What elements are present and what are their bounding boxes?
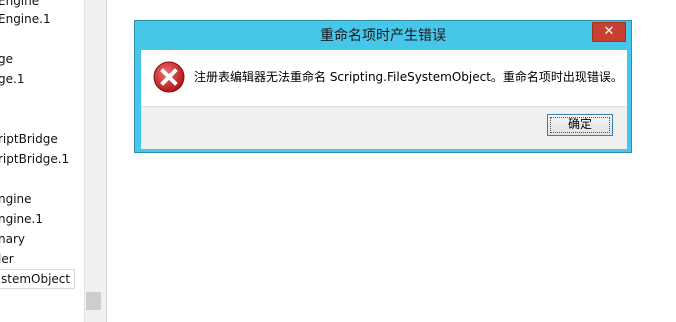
pane-splitter[interactable] — [102, 0, 107, 322]
error-icon — [153, 61, 185, 93]
scrollbar-thumb[interactable] — [86, 292, 101, 310]
tree-item[interactable]: Engine — [0, 0, 39, 10]
tree-item[interactable]: nary — [0, 230, 25, 248]
dialog-content: 注册表编辑器无法重命名 Scripting.FileSystemObject。重… — [141, 50, 627, 106]
dialog-body: 注册表编辑器无法重命名 Scripting.FileSystemObject。重… — [141, 50, 627, 149]
dialog-title: 重命名项时产生错误 — [320, 28, 446, 44]
error-message: 注册表编辑器无法重命名 Scripting.FileSystemObject。重… — [194, 70, 623, 84]
tree-item[interactable]: ler — [0, 250, 14, 268]
close-button[interactable]: ✕ — [592, 22, 626, 42]
tree-item[interactable]: riptBridge — [0, 130, 58, 148]
tree-item[interactable]: ngine — [0, 190, 32, 208]
tree-vertical-scrollbar[interactable] — [84, 0, 102, 322]
tree-item-selected[interactable]: stemObject — [0, 269, 76, 289]
tree-item[interactable]: ge.1 — [0, 70, 24, 88]
tree-item[interactable]: Engine.1 — [0, 10, 51, 28]
tree-item[interactable]: ngine.1 — [0, 210, 43, 228]
registry-tree-pane: Engine Engine.1 ge ge.1 riptBridge riptB… — [0, 0, 84, 322]
error-dialog: 重命名项时产生错误 ✕ 注册表编辑器无法重命名 Scripting.FileSy… — [134, 20, 632, 153]
tree-item[interactable]: riptBridge.1 — [0, 150, 69, 168]
tree-item[interactable]: ge — [0, 50, 13, 68]
ok-button[interactable]: 确定 — [547, 114, 613, 136]
dialog-button-bar: 确定 — [141, 106, 627, 149]
